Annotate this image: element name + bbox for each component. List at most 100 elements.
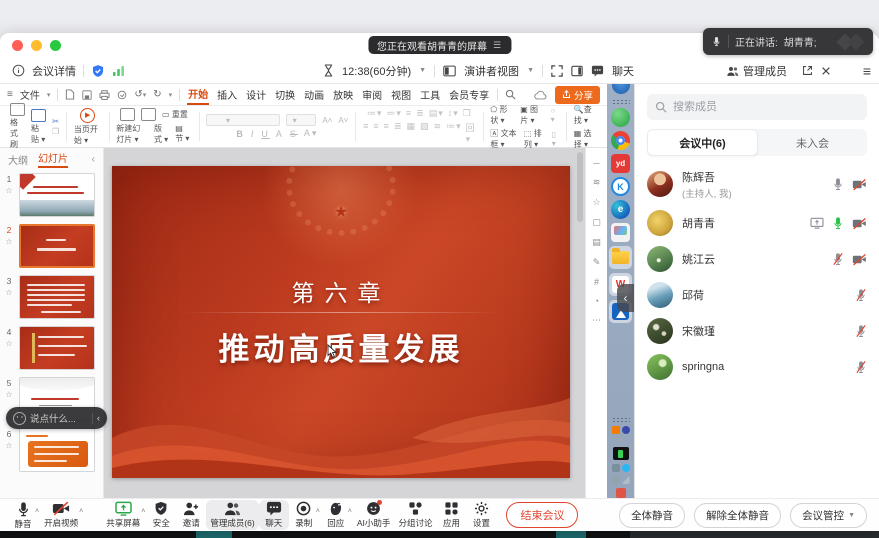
- dock-folder-icon[interactable]: [609, 246, 632, 269]
- char-spacing-button[interactable]: A: [276, 129, 284, 139]
- dock-photos-icon[interactable]: [611, 223, 630, 242]
- close-window-button[interactable]: [12, 40, 23, 51]
- tab-in-meeting[interactable]: 会议中(6): [647, 129, 758, 156]
- wps-tab-review[interactable]: 审阅: [361, 85, 383, 104]
- dock-mini-icon[interactable]: [622, 464, 630, 472]
- history-icon[interactable]: ◔: [594, 296, 599, 306]
- slide-thumbnail-3[interactable]: 3☆: [2, 275, 99, 319]
- layout-icon[interactable]: [141, 108, 156, 121]
- quick-chat-placeholder[interactable]: 说点什么...: [30, 411, 76, 425]
- edit-icon[interactable]: ✎: [593, 257, 601, 268]
- camera-off-icon[interactable]: [852, 253, 867, 266]
- slide-thumbnail-1[interactable]: 1☆: [2, 173, 99, 217]
- arrange-button[interactable]: ⬚ 排列 ▾: [524, 128, 546, 150]
- dock-keep-icon[interactable]: K: [611, 177, 630, 196]
- wps-main-menu-icon[interactable]: ≡: [7, 89, 13, 100]
- trash-icon[interactable]: [616, 488, 626, 498]
- collapse-thumbnails-icon[interactable]: ‹: [92, 154, 95, 165]
- sync-icon[interactable]: ≋: [593, 177, 601, 188]
- wps-tab-member[interactable]: 会员专享: [448, 85, 490, 104]
- picture-button[interactable]: ▣ 图片 ▾: [520, 104, 544, 126]
- unmute-all-button[interactable]: 解除全体静音: [694, 503, 781, 528]
- grow-font-button[interactable]: A˄: [322, 116, 332, 125]
- meeting-details-label[interactable]: 会议详情: [32, 63, 76, 79]
- breakout-rooms-button[interactable]: 分组讨论: [394, 500, 436, 530]
- menu-icon[interactable]: ≡: [863, 63, 871, 79]
- paste-button[interactable]: 粘贴 ▾: [31, 109, 46, 145]
- security-button[interactable]: 安全: [146, 500, 176, 530]
- member-row[interactable]: springna: [647, 349, 867, 385]
- sidebar-toggle-icon[interactable]: [571, 65, 583, 77]
- settings-button[interactable]: 设置: [466, 500, 496, 530]
- end-meeting-button[interactable]: 结束会议: [506, 502, 578, 528]
- share-options-caret[interactable]: ˄: [141, 508, 145, 515]
- mute-options-caret[interactable]: ˄: [35, 508, 39, 515]
- member-row[interactable]: 邱荷: [647, 277, 867, 313]
- slide-thumbnail-2[interactable]: 2☆: [2, 224, 99, 268]
- shrink-font-button[interactable]: A˅: [338, 116, 348, 125]
- canvas-scrollbar[interactable]: [577, 152, 583, 222]
- layers-icon[interactable]: ☰: [493, 40, 502, 51]
- volume-icon[interactable]: [612, 476, 620, 484]
- search-input[interactable]: [673, 101, 859, 113]
- strike-button[interactable]: S: [290, 129, 298, 139]
- record-button[interactable]: 录制: [289, 500, 319, 530]
- chat-label[interactable]: 聊天: [612, 63, 634, 79]
- timer-dropdown-caret[interactable]: ▼: [419, 67, 426, 74]
- wps-tab-tools[interactable]: 工具: [419, 85, 441, 104]
- font-size-select[interactable]: ▾: [286, 114, 316, 126]
- popout-panel-icon[interactable]: [802, 65, 813, 76]
- font-color-button[interactable]: A▾: [304, 128, 319, 139]
- video-options-caret[interactable]: ˄: [79, 508, 83, 515]
- dock-youdao-icon[interactable]: yd: [611, 154, 630, 173]
- mic-muted-icon[interactable]: [855, 288, 867, 302]
- bold-button[interactable]: B: [236, 129, 245, 139]
- wps-tab-design[interactable]: 设计: [245, 85, 267, 104]
- toolbar-more-caret[interactable]: ▾: [169, 91, 173, 99]
- dock-mini-icon[interactable]: [612, 464, 620, 472]
- dock-chrome-icon[interactable]: [611, 131, 630, 150]
- member-row[interactable]: 胡青青: [647, 205, 867, 241]
- info-icon[interactable]: [12, 64, 25, 77]
- font-family-select[interactable]: ▾: [206, 114, 280, 126]
- reactions-button[interactable]: 回应: [321, 500, 351, 530]
- mic-muted-icon[interactable]: [832, 252, 844, 266]
- wps-tab-slideshow[interactable]: 放映: [332, 85, 354, 104]
- format-painter-button[interactable]: 格式刷: [10, 103, 25, 150]
- close-panel-icon[interactable]: [821, 66, 831, 76]
- ai-assistant-button[interactable]: AI小助手: [353, 500, 395, 530]
- mic-muted-icon[interactable]: [855, 324, 867, 338]
- output-icon[interactable]: [117, 90, 127, 100]
- reset-button[interactable]: ▭ 重置: [162, 109, 188, 120]
- shapes-button[interactable]: ⬠ 形状 ▾: [490, 104, 514, 126]
- undo-icon[interactable]: ↺▾: [134, 89, 146, 100]
- minimize-window-button[interactable]: [31, 40, 42, 51]
- chat-button[interactable]: 聊天: [259, 500, 289, 530]
- wps-tab-home[interactable]: 开始: [187, 84, 209, 105]
- zoom-window-button[interactable]: [50, 40, 61, 51]
- save-icon[interactable]: [82, 90, 92, 100]
- select-button[interactable]: ▦ 选择 ▾: [574, 128, 597, 150]
- layout-button[interactable]: 版式 ▾: [154, 123, 169, 145]
- tab-not-joined[interactable]: 未入会: [758, 129, 867, 156]
- mic-active-icon[interactable]: [832, 216, 844, 230]
- cloud-icon[interactable]: [534, 90, 548, 100]
- mic-icon[interactable]: [832, 177, 844, 191]
- security-shield-icon[interactable]: [91, 64, 105, 78]
- wps-file-menu[interactable]: 文件: [20, 87, 40, 102]
- star-icon[interactable]: ☆: [5, 288, 12, 297]
- slide-canvas[interactable]: ★ 第六章 推动高质量发展: [104, 148, 585, 498]
- start-video-button[interactable]: 开启视频: [40, 500, 82, 530]
- fullscreen-icon[interactable]: [551, 65, 563, 77]
- view-mode-caret[interactable]: ▼: [527, 67, 534, 74]
- apps-button[interactable]: 应用: [436, 500, 466, 530]
- star-icon[interactable]: ☆: [5, 237, 12, 246]
- member-row[interactable]: 陈辉吾 (主持人, 我): [647, 163, 867, 205]
- star-icon[interactable]: ☆: [5, 441, 12, 450]
- notes-icon[interactable]: ▤: [592, 237, 601, 248]
- cut-button[interactable]: ✂❐: [52, 117, 59, 136]
- star-icon[interactable]: ☆: [5, 186, 12, 195]
- wps-share-button[interactable]: 分享: [555, 86, 600, 104]
- new-slide-button[interactable]: 新建幻灯片 ▾: [116, 123, 148, 145]
- collapse-chat-icon[interactable]: ‹: [97, 413, 100, 424]
